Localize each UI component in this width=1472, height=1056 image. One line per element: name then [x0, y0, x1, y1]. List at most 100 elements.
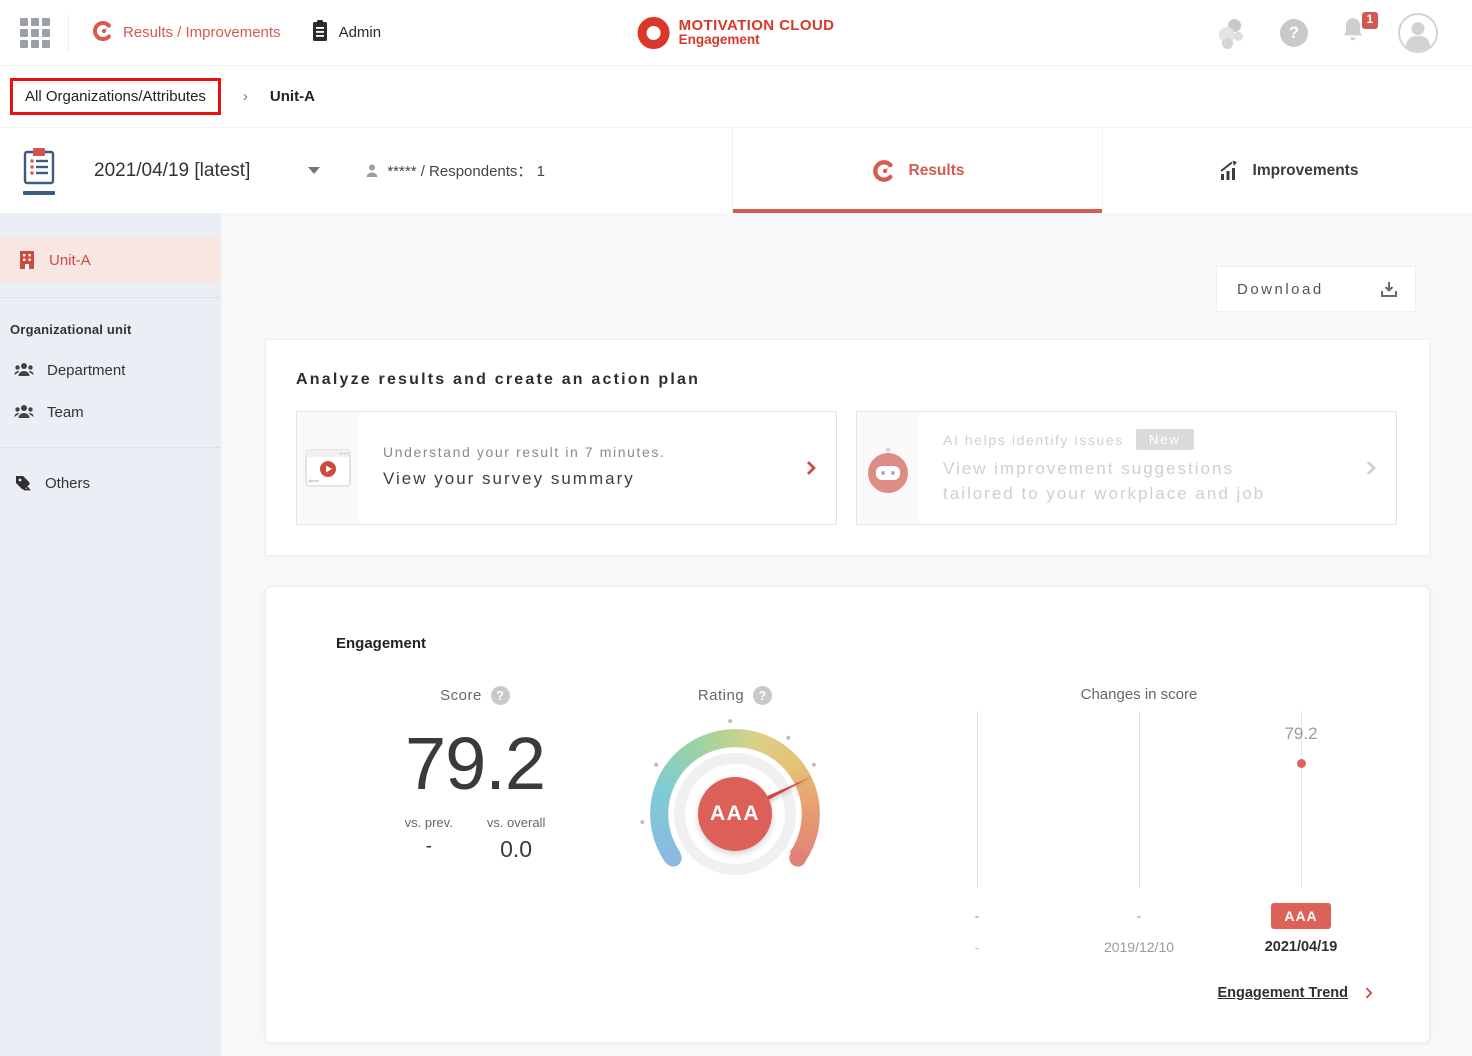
people-icon — [14, 404, 34, 420]
new-badge: New — [1136, 429, 1194, 450]
vs-overall-label: vs. overall — [487, 815, 546, 830]
sidebar-item-others[interactable]: Others — [0, 462, 221, 504]
rating-label: Rating — [698, 687, 744, 704]
breadcrumb-separator-icon: › — [243, 88, 248, 105]
engagement-card: Engagement Score ? 79.2 vs. prev. - — [265, 586, 1430, 1043]
rating-block: Rating ? — [640, 686, 830, 909]
action-plan-card: Analyze results and create an action pla… — [265, 339, 1430, 556]
active-indicator — [23, 191, 55, 195]
score-value: 79.2 — [350, 727, 600, 801]
tag-icon — [14, 474, 32, 492]
chart-column — [1058, 711, 1220, 888]
gauge-icon — [91, 19, 115, 47]
download-button[interactable]: Download — [1216, 266, 1416, 312]
survey-select-value: 2021/04/19 [latest] — [94, 160, 250, 182]
sidebar-item-team[interactable]: Team — [0, 391, 221, 433]
clipboard-icon — [309, 19, 331, 47]
logo-ring-icon — [638, 17, 670, 49]
ai-suggestions-card[interactable]: AI helps identify issues New View improv… — [856, 411, 1397, 525]
card-line2: View your survey summary — [383, 467, 804, 492]
tab-improvements-label: Improvements — [1253, 162, 1359, 180]
notifications-button[interactable]: 1 — [1340, 16, 1366, 49]
rating-badge: AAA — [1271, 903, 1330, 929]
download-label: Download — [1237, 281, 1324, 298]
sidebar-item-label: Department — [47, 362, 125, 379]
chart-date-cell: 2019/12/10 — [1058, 935, 1220, 959]
robot-icon — [864, 442, 912, 494]
data-point-label: 79.2 — [1284, 724, 1317, 744]
card-line2: View improvement suggestions tailored to… — [943, 457, 1364, 506]
chart-date-cell: 2021/04/19 — [1220, 935, 1382, 959]
score-label: Score — [440, 687, 482, 704]
page: Results / Improvements Admin MOTIVATION … — [0, 0, 1472, 1056]
vs-prev-label: vs. prev. — [405, 815, 453, 830]
logo-title: MOTIVATION CLOUD — [679, 18, 835, 34]
breadcrumb-current: Unit-A — [270, 88, 315, 105]
sidebar-item-label: Team — [47, 404, 84, 421]
vs-overall-value: 0.0 — [487, 836, 546, 863]
divider — [0, 297, 221, 298]
respondents-label: ***** / Respondents： 1 — [387, 160, 545, 181]
person-icon — [364, 163, 380, 179]
breadcrumb: All Organizations/Attributes › Unit-A — [0, 66, 1472, 128]
survey-summary-card[interactable]: Understand your result in 7 minutes. Vie… — [296, 411, 837, 525]
chevron-right-icon — [802, 461, 816, 475]
engagement-trend-link[interactable]: Engagement Trend — [1217, 985, 1348, 1001]
chevron-right-icon — [1361, 987, 1372, 998]
nav-admin-label: Admin — [339, 24, 382, 41]
main-content: Download Analyze results and create an a… — [221, 213, 1472, 1056]
engagement-heading: Engagement — [336, 635, 1429, 652]
profile-avatar[interactable] — [1398, 13, 1438, 53]
survey-select[interactable]: 2021/04/19 [latest] — [94, 160, 320, 182]
changes-in-score-chart: Changes in score 79.2 - — [896, 686, 1382, 959]
active-tab-indicator — [733, 209, 1102, 213]
score-help-icon[interactable]: ? — [491, 686, 510, 705]
tab-results[interactable]: Results — [732, 128, 1102, 213]
chart-column — [896, 711, 1058, 888]
chart-rating-cell: AAA — [1220, 901, 1382, 931]
results-gauge-icon — [871, 158, 897, 184]
respondents-info: ***** / Respondents： 1 — [364, 160, 545, 181]
tab-improvements[interactable]: Improvements — [1102, 128, 1472, 213]
apps-icon[interactable] — [1218, 18, 1248, 48]
download-icon — [1379, 279, 1399, 299]
sidebar-item-label: Unit-A — [49, 252, 91, 269]
survey-clipboard-tab[interactable] — [22, 146, 56, 195]
sidebar-item-department[interactable]: Department — [0, 349, 221, 391]
chart-title: Changes in score — [896, 686, 1382, 703]
card-line1: Understand your result in 7 minutes. — [383, 444, 804, 460]
help-icon[interactable]: ? — [1280, 19, 1308, 47]
tab-results-label: Results — [909, 162, 965, 180]
rating-gauge: AAA — [640, 719, 830, 909]
notification-badge: 1 — [1362, 12, 1378, 29]
chart-column: 79.2 — [1220, 711, 1382, 888]
breadcrumb-root-label: All Organizations/Attributes — [25, 88, 206, 105]
top-navigation: Results / Improvements Admin MOTIVATION … — [0, 0, 1472, 66]
rating-help-icon[interactable]: ? — [753, 686, 772, 705]
building-icon — [18, 250, 36, 270]
divider — [0, 447, 221, 448]
breadcrumb-root[interactable]: All Organizations/Attributes — [10, 78, 221, 115]
nav-admin[interactable]: Admin — [309, 19, 382, 47]
logo: MOTIVATION CLOUD Engagement — [638, 17, 835, 49]
chart-rating-cell: - — [896, 901, 1058, 931]
chevron-down-icon — [308, 167, 320, 174]
logo-subtitle: Engagement — [679, 33, 835, 47]
people-icon — [14, 362, 34, 378]
survey-bar: 2021/04/19 [latest] ***** / Respondents：… — [0, 128, 1472, 213]
action-plan-heading: Analyze results and create an action pla… — [296, 371, 1397, 389]
card-line1: AI helps identify issues — [943, 432, 1124, 448]
data-point — [1297, 759, 1306, 768]
chart-date-cell: - — [896, 935, 1058, 959]
nav-results-improvements[interactable]: Results / Improvements — [91, 19, 281, 47]
app-grid-icon[interactable] — [20, 18, 50, 48]
chart-rating-cell: - — [1058, 901, 1220, 931]
vs-prev-value: - — [405, 836, 453, 858]
sidebar: Unit-A Organizational unit Department Te… — [0, 213, 221, 1056]
improvements-chart-icon — [1217, 159, 1241, 183]
score-block: Score ? 79.2 vs. prev. - vs. overall 0. — [350, 686, 600, 863]
sidebar-item-unit-a[interactable]: Unit-A — [0, 237, 221, 283]
sidebar-item-label: Others — [45, 475, 90, 492]
video-player-icon — [305, 449, 351, 487]
survey-clipboard-icon — [22, 146, 56, 186]
